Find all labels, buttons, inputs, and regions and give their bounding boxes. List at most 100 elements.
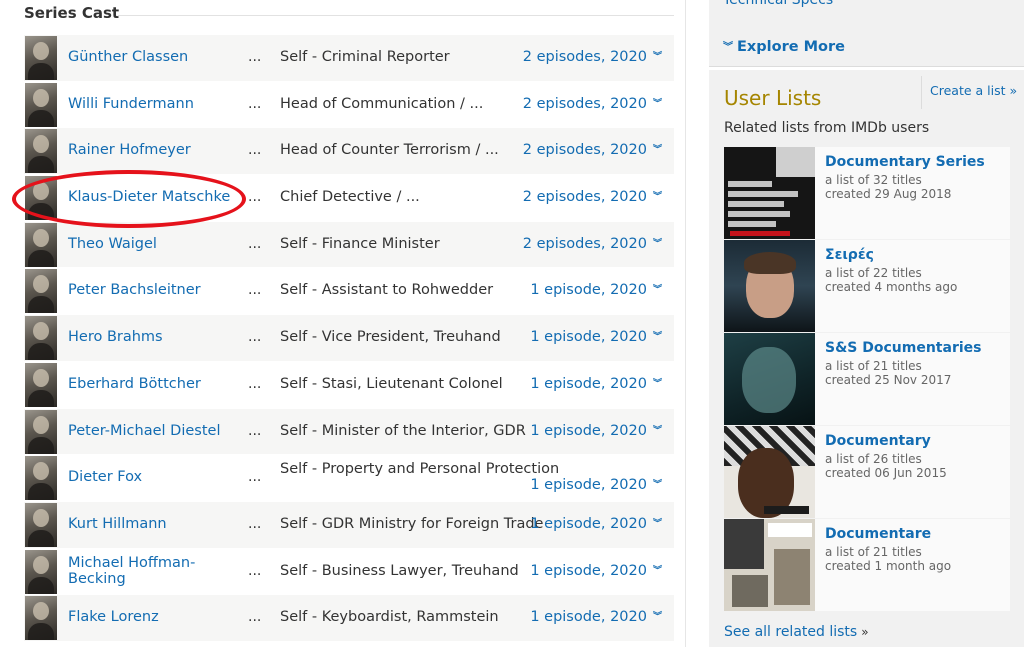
- sidebar-explore-box: Technical Specs ︾ Explore More: [709, 0, 1024, 67]
- actor-photo[interactable]: [25, 596, 57, 641]
- ellipsis: ...: [248, 189, 262, 206]
- list-item: S&S Documentaries a list of 21 titles cr…: [724, 333, 1010, 425]
- list-item: Σειρές a list of 22 titles created 4 mon…: [724, 240, 1010, 332]
- episodes-label: 2 episodes, 2020: [522, 235, 647, 252]
- table-row: Theo Waigel ... Self - Finance Minister …: [24, 221, 674, 269]
- table-row: Peter Bachsleitner ... Self - Assistant …: [24, 268, 674, 316]
- episodes-label: 1 episode, 2020: [530, 477, 647, 494]
- actor-photo[interactable]: [25, 362, 57, 407]
- episodes-toggle[interactable]: 1 episode, 2020 ︾: [530, 516, 662, 532]
- chevron-double-down-icon[interactable]: ︾: [653, 566, 662, 576]
- chevron-double-down-icon[interactable]: ︾: [653, 193, 662, 202]
- see-all-lists-link[interactable]: See all related lists»: [724, 624, 869, 640]
- episodes-toggle[interactable]: 1 episode, 2020 ︾: [530, 376, 662, 392]
- episodes-label: 1 episode, 2020: [530, 609, 647, 626]
- chevron-double-down-icon[interactable]: ︾: [653, 146, 662, 155]
- episodes-toggle[interactable]: 1 episode, 2020 ︾: [530, 329, 662, 345]
- technical-specs-link[interactable]: Technical Specs: [723, 0, 833, 8]
- character-name: Self - Assistant to Rohwedder: [280, 282, 494, 299]
- actor-name-link[interactable]: Flake Lorenz: [68, 609, 243, 625]
- list-created: created 1 month ago: [825, 559, 952, 573]
- chevron-double-down-icon[interactable]: ︾: [653, 333, 662, 342]
- cast-table: Günther Classen ... Self - Criminal Repo…: [24, 35, 674, 642]
- table-row: Willi Fundermann ... Head of Communicati…: [24, 81, 674, 129]
- chevron-double-down-icon[interactable]: ︾: [653, 239, 662, 249]
- chevron-double-down-icon[interactable]: ︾: [653, 426, 662, 436]
- actor-photo[interactable]: [25, 176, 57, 221]
- list-thumbnail[interactable]: [724, 240, 815, 332]
- episodes-toggle[interactable]: 2 episodes, 2020 ︾: [523, 142, 662, 158]
- table-row: Rainer Hofmeyer ... Head of Counter Terr…: [24, 128, 674, 176]
- title-divider: [118, 15, 674, 16]
- actor-photo[interactable]: [25, 82, 57, 127]
- episodes-toggle[interactable]: 1 episode, 2020 ︾: [530, 609, 662, 625]
- ellipsis: ...: [248, 95, 262, 112]
- actor-name-link[interactable]: Rainer Hofmeyer: [68, 142, 243, 158]
- list-count: a list of 21 titles: [825, 359, 922, 373]
- actor-photo[interactable]: [25, 316, 57, 361]
- chevron-double-down-icon[interactable]: ︾: [653, 379, 662, 389]
- episodes-toggle[interactable]: 1 episode, 2020 ︾: [530, 563, 662, 579]
- actor-name-link[interactable]: Theo Waigel: [68, 236, 243, 252]
- episodes-label: 2 episodes, 2020: [522, 189, 647, 206]
- list-item: Documentare a list of 21 titles created …: [724, 519, 1010, 611]
- chevron-double-down-icon[interactable]: ︾: [653, 99, 662, 109]
- episodes-toggle[interactable]: 2 episodes, 2020 ︾: [523, 236, 662, 252]
- explore-more-link[interactable]: ︾ Explore More: [723, 38, 845, 55]
- character-name: Self - Property and Personal Protection: [280, 461, 560, 478]
- list-title-link[interactable]: S&S Documentaries: [825, 340, 981, 356]
- actor-photo[interactable]: [25, 456, 57, 501]
- ellipsis: ...: [248, 49, 262, 65]
- chevron-double-down-icon[interactable]: ︾: [653, 613, 662, 622]
- main-column: Series Cast Günther Classen ... Self - C…: [0, 0, 686, 647]
- actor-name-link[interactable]: Klaus-Dieter Matschke: [68, 189, 243, 205]
- list-thumbnail[interactable]: [724, 519, 815, 611]
- episodes-toggle[interactable]: 1 episode, 2020 ︾: [530, 477, 662, 493]
- actor-photo[interactable]: [25, 269, 57, 314]
- actor-name-link[interactable]: Dieter Fox: [68, 469, 243, 485]
- list-thumbnail[interactable]: [724, 426, 815, 518]
- chevron-double-down-icon[interactable]: ︾: [653, 53, 662, 62]
- chevron-double-down-icon[interactable]: ︾: [653, 286, 662, 295]
- chevron-double-down-icon[interactable]: ︾: [653, 519, 662, 529]
- actor-photo[interactable]: [25, 36, 57, 80]
- list-title-link[interactable]: Σειρές: [825, 247, 874, 263]
- actor-name-link[interactable]: Peter Bachsleitner: [68, 282, 243, 298]
- episodes-label: 2 episodes, 2020: [522, 142, 647, 159]
- ellipsis: ...: [248, 562, 262, 579]
- actor-name-link[interactable]: Eberhard Böttcher: [68, 376, 243, 392]
- actor-photo[interactable]: [25, 222, 57, 267]
- chevron-double-down-icon[interactable]: ︾: [653, 481, 662, 490]
- actor-photo[interactable]: [25, 502, 57, 547]
- character-name: Self - Keyboardist, Rammstein: [280, 609, 499, 626]
- create-list-link[interactable]: Create a list »: [921, 76, 1017, 109]
- episodes-label: 2 episodes, 2020: [522, 49, 647, 65]
- character-name: Self - Business Lawyer, Treuhand: [280, 562, 519, 579]
- actor-photo[interactable]: [25, 409, 57, 454]
- see-all-label: See all related lists: [724, 624, 858, 640]
- actor-photo[interactable]: [25, 129, 57, 174]
- actor-name-link[interactable]: Willi Fundermann: [68, 96, 243, 112]
- list-count: a list of 26 titles: [825, 452, 922, 466]
- list-title-link[interactable]: Documentary: [825, 433, 931, 449]
- list-title-link[interactable]: Documentare: [825, 526, 931, 542]
- list-thumbnail[interactable]: [724, 147, 815, 239]
- episodes-toggle[interactable]: 2 episodes, 2020 ︾: [523, 189, 662, 205]
- list-item: Documentary Series a list of 32 titles c…: [724, 147, 1010, 239]
- actor-name-link[interactable]: Günther Classen: [68, 49, 243, 65]
- episodes-toggle[interactable]: 1 episode, 2020 ︾: [530, 423, 662, 439]
- list-created: created 25 Nov 2017: [825, 373, 952, 387]
- table-row: Klaus-Dieter Matschke ... Chief Detectiv…: [24, 175, 674, 222]
- episodes-toggle[interactable]: 2 episodes, 2020 ︾: [523, 96, 662, 112]
- actor-name-link[interactable]: Kurt Hillmann: [68, 516, 243, 532]
- actor-name-link[interactable]: Peter-Michael Diestel: [68, 423, 243, 439]
- ellipsis: ...: [248, 329, 262, 346]
- episodes-toggle[interactable]: 1 episode, 2020 ︾: [530, 282, 662, 298]
- list-title-link[interactable]: Documentary Series: [825, 154, 985, 170]
- list-thumbnail[interactable]: [724, 333, 815, 425]
- actor-photo[interactable]: [25, 549, 57, 594]
- episodes-toggle[interactable]: 2 episodes, 2020 ︾: [523, 49, 662, 65]
- character-name: Chief Detective / ...: [280, 189, 420, 206]
- actor-name-link[interactable]: Michael Hoffman-Becking: [68, 555, 243, 587]
- actor-name-link[interactable]: Hero Brahms: [68, 329, 243, 345]
